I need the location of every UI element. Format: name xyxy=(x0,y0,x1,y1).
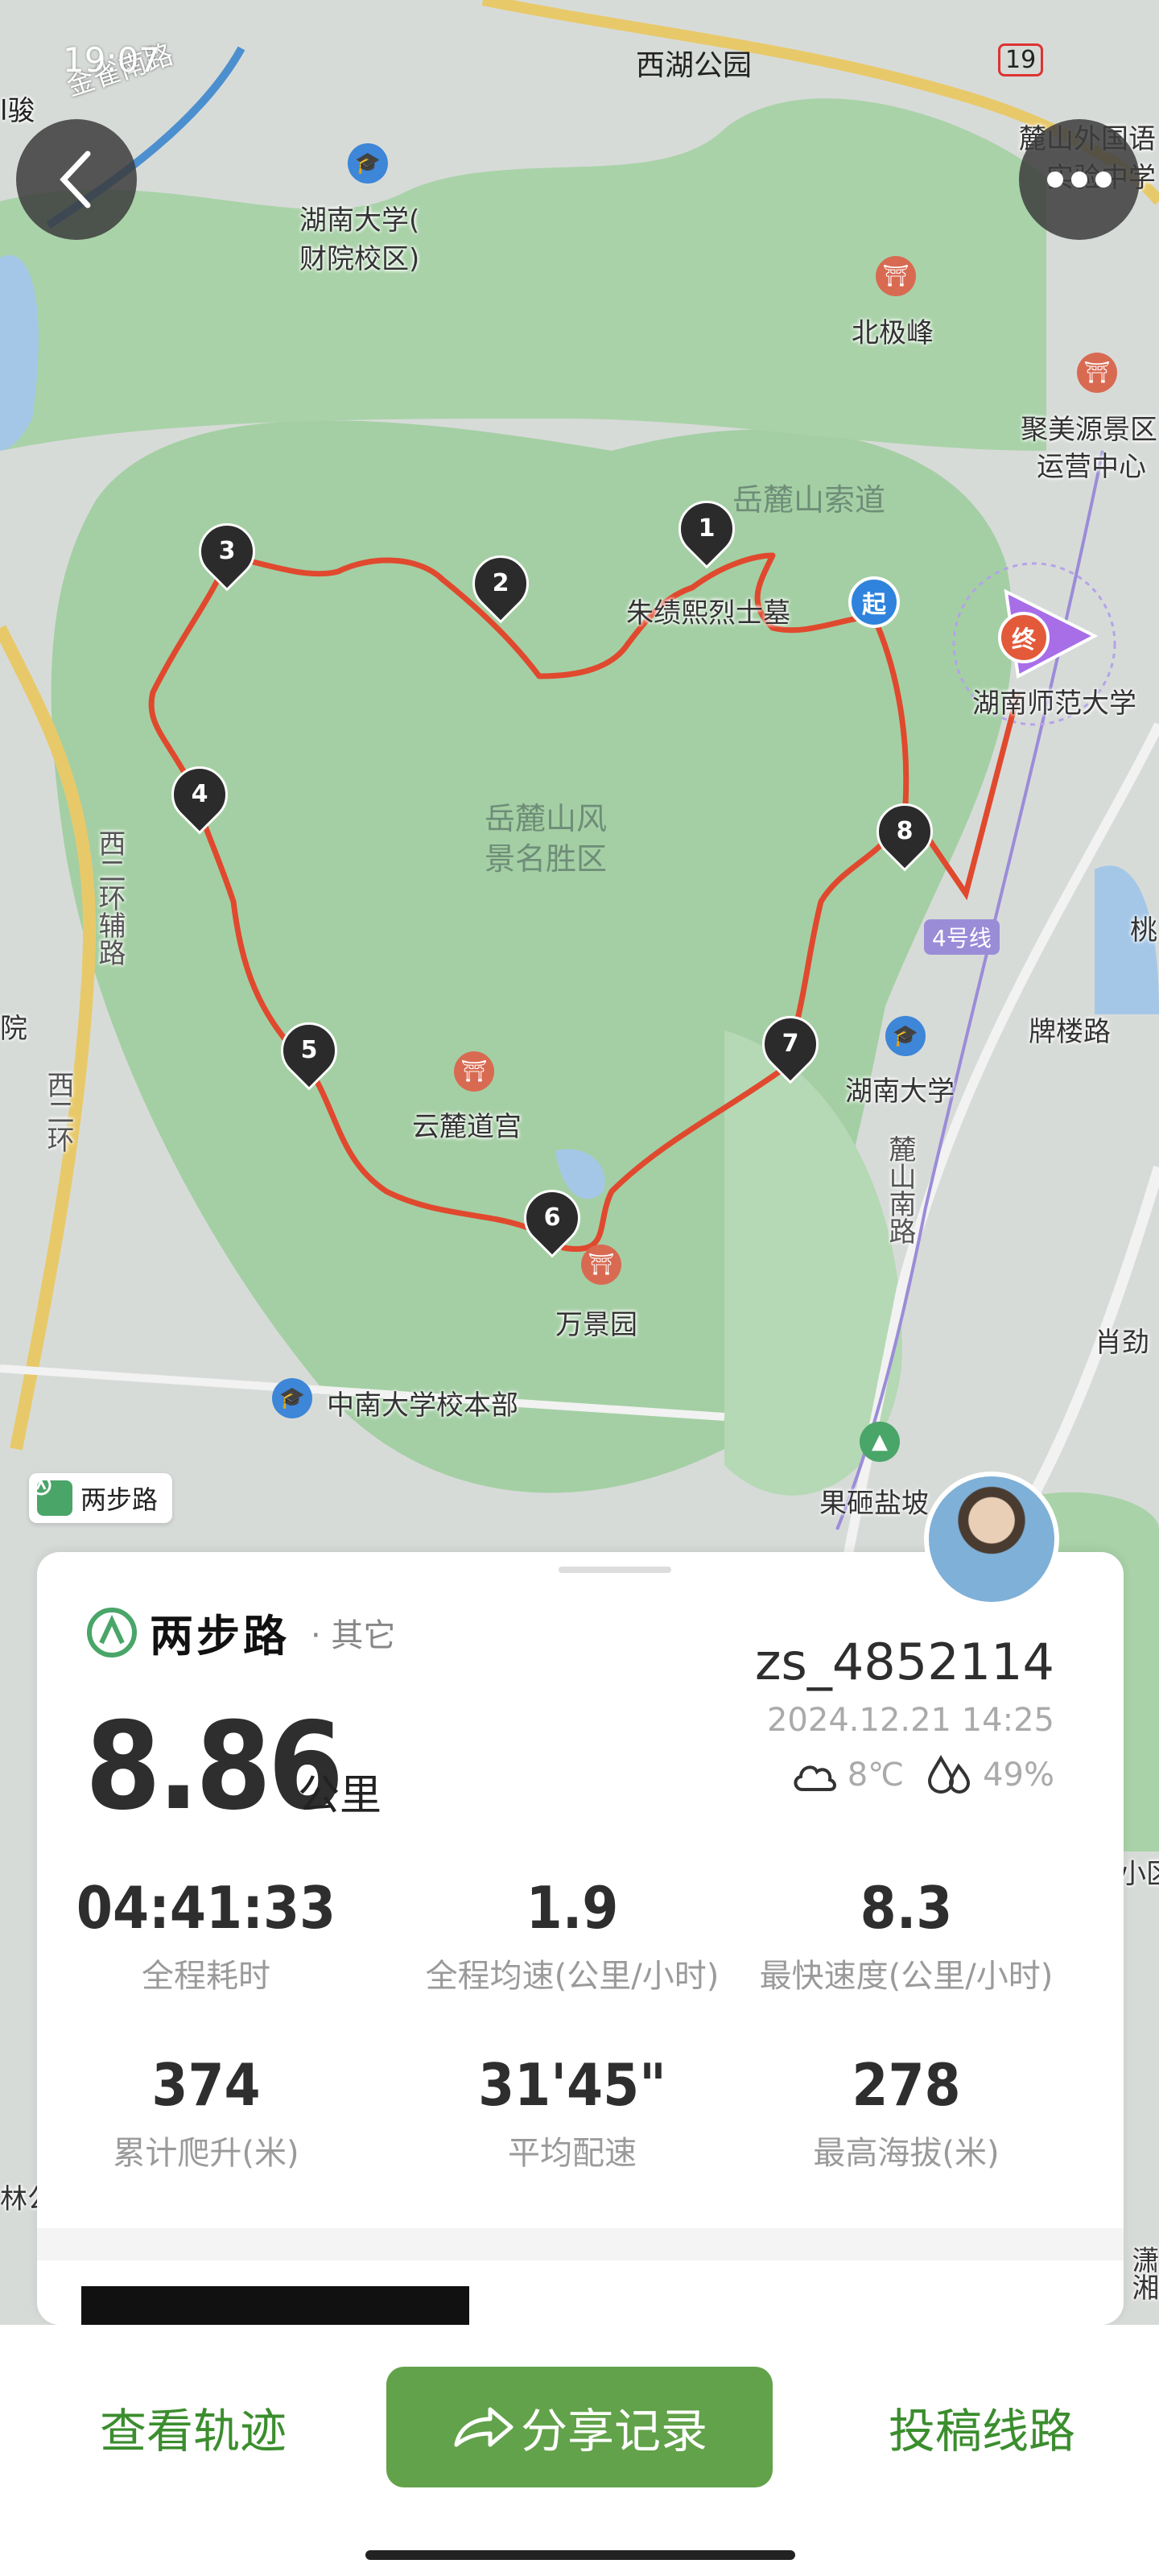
stat-value: 8.3 xyxy=(860,1874,953,1942)
map-label-xiao: 潇湘 xyxy=(1127,2246,1159,2301)
map-label-cableway: 岳麓山索道 xyxy=(732,482,886,518)
route-marker-1[interactable]: 1 xyxy=(666,489,747,569)
park-icon: ⛩ xyxy=(581,1245,621,1285)
stat-value: 374 xyxy=(151,2051,261,2119)
stat-label: 最高海拔(米) xyxy=(813,2135,1000,2172)
stat-label: 最快速度(公里/小时) xyxy=(759,1958,1054,1995)
activity-category: · 其它 xyxy=(311,1616,396,1654)
route-marker-5[interactable]: 5 xyxy=(269,1010,349,1091)
map-label-guobian: 果砸盐坡 xyxy=(819,1488,929,1520)
temple-icon: ⛩ xyxy=(454,1051,494,1092)
status-location: 西湖公园 xyxy=(636,49,753,82)
temple-icon: ⛩ xyxy=(876,256,916,296)
watermark-text: 两步路 xyxy=(80,1484,159,1515)
map-label-jumeiyuan: 聚美源景区 xyxy=(1021,414,1157,446)
cloud-icon xyxy=(794,1765,836,1791)
stat-label: 平均配速 xyxy=(508,2135,637,2172)
map-label-jun: l骏 xyxy=(0,95,35,127)
map-label-wanjing: 万景园 xyxy=(555,1309,637,1341)
map-watermark: 两步路 xyxy=(29,1473,173,1523)
more-button[interactable] xyxy=(1019,119,1140,240)
university-icon: 🎓 xyxy=(348,143,388,184)
submit-route-button[interactable]: 投稿线路 xyxy=(837,2367,1127,2487)
university-icon: 🎓 xyxy=(272,1378,312,1418)
battery-icon: 19 xyxy=(998,43,1044,76)
back-button[interactable] xyxy=(16,119,137,240)
stat-label: 全程耗时 xyxy=(142,1958,270,1995)
map-label-xierhuan-aux: 西二环辅路 xyxy=(93,829,126,966)
map-label-hunan-univ-finance-2: 财院校区) xyxy=(299,243,420,275)
map-label-normal-univ: 湖南师范大学 xyxy=(972,687,1136,720)
map-label-xiaoqu: 小区 xyxy=(1119,1858,1159,1890)
route-marker-7[interactable]: 7 xyxy=(750,1004,831,1084)
stat-value: 278 xyxy=(852,2051,961,2119)
map-label-central-south: 中南大学校本部 xyxy=(327,1389,518,1422)
route-marker-3[interactable]: 3 xyxy=(187,511,267,592)
chevron-left-icon xyxy=(60,151,91,208)
end-marker[interactable]: 终 xyxy=(998,612,1050,663)
username: zs_4852114 xyxy=(755,1633,1054,1691)
route-marker-6[interactable]: 6 xyxy=(512,1178,592,1258)
status-bar: 19:07 西湖公园 19 xyxy=(0,32,1159,89)
map-label-pailou: 牌楼路 xyxy=(1029,1016,1111,1048)
route-marker-8[interactable]: 8 xyxy=(864,791,945,872)
brand-name: 两步路 xyxy=(150,1611,290,1662)
status-time: 19:07 xyxy=(63,40,161,80)
stat-avg-speed: 1.9 全程均速(公里/小时) xyxy=(403,1874,741,1996)
stat-max-altitude: 278 最高海拔(米) xyxy=(737,2051,1075,2174)
distance-unit: 公里 xyxy=(298,1772,382,1820)
map-label-hunan-univ-finance: 湖南大学( xyxy=(299,204,420,237)
map-label-tao: 桃 xyxy=(1130,914,1157,947)
humidity-icon xyxy=(928,1755,971,1794)
drag-handle[interactable] xyxy=(559,1567,671,1573)
home-indicator[interactable] xyxy=(365,2550,795,2560)
map-label-xiaojin: 肖劲 xyxy=(1095,1327,1149,1359)
stat-duration: 04:41:33 全程耗时 xyxy=(37,1874,375,1996)
start-marker[interactable]: 起 xyxy=(848,576,900,628)
mountain-icon: ▲ xyxy=(860,1422,900,1462)
university-icon: 🎓 xyxy=(885,1016,926,1056)
more-dots-icon xyxy=(1047,171,1112,188)
map-label-zhuji: 朱绩熙烈士墓 xyxy=(626,597,790,630)
app-logo-icon xyxy=(31,1475,72,1516)
humidity: 49% xyxy=(983,1757,1054,1794)
share-button-label: 分享记录 xyxy=(520,2404,707,2458)
stat-avg-pace: 31'45" 平均配速 xyxy=(403,2051,741,2174)
map-label-scenic: 岳麓山风 xyxy=(485,801,608,836)
route-marker-2[interactable]: 2 xyxy=(460,543,541,624)
brand: 两步路 · 其它 xyxy=(85,1600,395,1664)
stat-value: 1.9 xyxy=(526,1874,619,1942)
stat-label: 全程均速(公里/小时) xyxy=(425,1958,720,1995)
card-divider xyxy=(37,2228,1124,2260)
bottom-action-bar: 查看轨迹 分享记录 投稿线路 xyxy=(0,2325,1159,2576)
map-label-yuan: 院 xyxy=(0,1013,27,1045)
share-icon xyxy=(454,2407,514,2447)
map-label-jumeiyuan-2: 运营中心 xyxy=(1037,451,1146,483)
temple-icon: ⛩ xyxy=(1077,353,1117,393)
metro-line-badge: 4号线 xyxy=(924,919,1000,955)
weather-info: 8℃ 49% xyxy=(791,1755,1054,1795)
temperature: 8℃ xyxy=(847,1757,905,1794)
map-label-scenic-2: 景名胜区 xyxy=(485,841,608,877)
map-label-yunlu: 云麓道宫 xyxy=(412,1111,522,1143)
route-marker-4[interactable]: 4 xyxy=(159,754,240,835)
record-summary-card: 两步路 · 其它 8.86 公里 zs_4852114 2024.12.21 1… xyxy=(37,1552,1124,2325)
app-logo-icon xyxy=(87,1607,137,1657)
media-thumbnail[interactable] xyxy=(81,2286,469,2325)
map-label-beiji: 北极峰 xyxy=(852,317,934,349)
avatar[interactable] xyxy=(924,1472,1059,1607)
map-label-xierhuan: 西二环 xyxy=(42,1071,74,1153)
stat-elevation-gain: 374 累计爬升(米) xyxy=(37,2051,375,2174)
stat-value: 04:41:33 xyxy=(76,1874,336,1942)
map-label-lushan-south: 麓山南路 xyxy=(884,1135,916,1245)
stat-value: 31'45" xyxy=(478,2051,666,2119)
view-track-button[interactable]: 查看轨迹 xyxy=(48,2367,338,2487)
stat-label: 累计爬升(米) xyxy=(113,2135,299,2172)
stat-max-speed: 8.3 最快速度(公里/小时) xyxy=(737,1874,1075,1996)
record-datetime: 2024.12.21 14:25 xyxy=(766,1702,1054,1739)
map-label-hunan-univ: 湖南大学 xyxy=(845,1075,955,1108)
share-record-button[interactable]: 分享记录 xyxy=(386,2367,773,2487)
